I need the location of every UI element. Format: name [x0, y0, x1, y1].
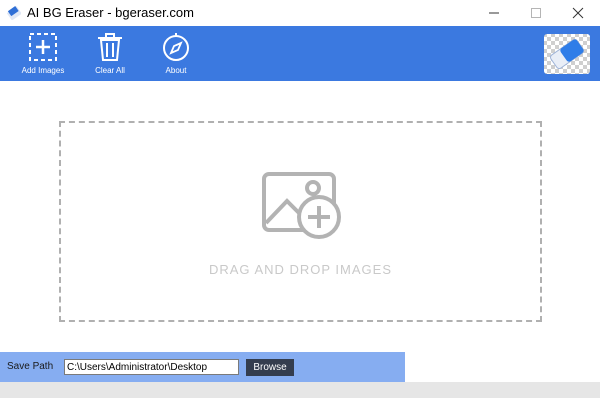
maximize-button[interactable]	[516, 0, 556, 26]
save-bar-spacer	[405, 352, 600, 382]
save-path-label: Save Path	[7, 361, 54, 372]
about-button[interactable]: About	[146, 26, 206, 81]
minimize-button[interactable]	[474, 0, 514, 26]
add-images-label: Add Images	[21, 66, 65, 75]
browse-button[interactable]: Browse	[246, 359, 294, 376]
about-label: About	[165, 66, 187, 75]
drop-zone-text: DRAG AND DROP IMAGES	[208, 262, 392, 277]
app-window: AI BG Eraser - bgeraser.com Add Images C…	[0, 0, 600, 398]
drop-zone[interactable]: DRAG AND DROP IMAGES	[59, 121, 542, 322]
close-icon	[572, 7, 584, 19]
save-path-input[interactable]	[64, 359, 239, 375]
clear-all-button[interactable]: Clear All	[80, 26, 140, 81]
close-button[interactable]	[558, 0, 598, 26]
dashed-plus-icon	[29, 33, 57, 61]
app-eraser-icon	[6, 6, 22, 21]
image-add-icon	[261, 171, 347, 241]
maximize-icon	[531, 8, 541, 18]
status-bar	[0, 382, 600, 398]
compass-icon	[163, 33, 189, 61]
title-bar: AI BG Eraser - bgeraser.com	[0, 0, 600, 26]
eraser-logo-icon	[543, 33, 591, 75]
window-title: AI BG Eraser - bgeraser.com	[27, 5, 194, 20]
clear-all-label: Clear All	[95, 66, 125, 75]
toolbar: Add Images Clear All About	[0, 26, 600, 81]
minimize-icon	[489, 12, 499, 14]
trash-icon	[98, 33, 122, 61]
add-images-button[interactable]: Add Images	[13, 26, 73, 81]
